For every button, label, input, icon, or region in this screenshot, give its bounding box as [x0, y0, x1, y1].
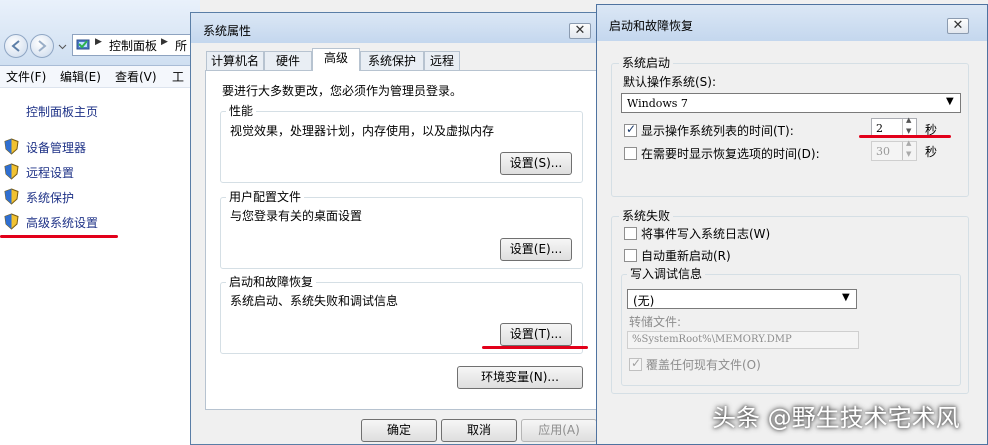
tab-remote[interactable]: 远程	[424, 51, 460, 71]
default-os-label: 默认操作系统(S):	[623, 75, 717, 89]
performance-legend: 性能	[226, 102, 257, 119]
default-os-select[interactable]: Windows 7 ▼	[621, 93, 961, 113]
dump-file-input[interactable]: %SystemRoot%\MEMORY.DMP	[627, 331, 859, 349]
dump-file-label: 转储文件:	[629, 315, 682, 329]
auto-restart-label: 自动重新启动(R)	[641, 249, 731, 263]
shield-icon	[4, 163, 19, 180]
breadcrumb-control-panel[interactable]: 控制面板	[109, 37, 157, 54]
cancel-button[interactable]: 取消	[441, 419, 517, 442]
shield-icon	[4, 138, 19, 155]
tab-hardware[interactable]: 硬件	[264, 51, 312, 71]
tab-computer-name[interactable]: 计算机名	[206, 51, 264, 71]
dump-file-value: %SystemRoot%\MEMORY.DMP	[632, 334, 792, 345]
debug-info-legend: 写入调试信息	[627, 265, 706, 282]
close-button[interactable]: ✕	[947, 18, 969, 34]
title-bar	[191, 13, 605, 43]
shield-icon	[4, 188, 19, 205]
dropdown-arrow-icon: ▼	[946, 96, 954, 107]
red-underline-annotation	[0, 235, 118, 238]
spinner-buttons: ▲ ▼	[902, 139, 916, 160]
startup-recovery-description: 系统启动、系统失败和调试信息	[230, 294, 399, 308]
back-button[interactable]	[4, 34, 28, 58]
environment-variables-button[interactable]: 环境变量(N)...	[457, 366, 583, 389]
user-profiles-description: 与您登录有关的桌面设置	[230, 209, 363, 223]
address-bar[interactable]: ▶ 控制面板 ▶ 所	[72, 34, 200, 56]
tab-system-protection[interactable]: 系统保护	[360, 51, 424, 71]
spin-down-icon[interactable]: ▼	[906, 150, 911, 158]
show-recovery-checkbox[interactable]	[624, 147, 637, 160]
user-profiles-settings-button[interactable]: 设置(E)...	[500, 238, 572, 261]
debug-info-value: (无)	[633, 294, 655, 308]
control-panel-home-link[interactable]: 控制面板主页	[26, 103, 98, 120]
debug-info-select[interactable]: (无) ▼	[627, 289, 857, 309]
user-profiles-legend: 用户配置文件	[226, 188, 305, 205]
link-remote-settings[interactable]: 远程设置	[26, 164, 74, 181]
link-device-manager[interactable]: 设备管理器	[26, 139, 86, 156]
system-startup-legend: 系统启动	[619, 54, 674, 71]
show-recovery-seconds-value: 30	[876, 145, 890, 158]
close-button[interactable]: ✕	[569, 23, 591, 39]
forward-button[interactable]	[30, 34, 54, 58]
tab-advanced[interactable]: 高级	[312, 48, 360, 71]
breadcrumb-separator-icon: ▶	[161, 37, 168, 47]
dialog-title: 系统属性	[203, 24, 252, 38]
red-underline-annotation	[482, 346, 588, 349]
chevron-down-icon[interactable]	[58, 42, 67, 51]
menu-tools[interactable]: 工	[172, 68, 184, 85]
auto-restart-checkbox[interactable]	[624, 249, 637, 262]
spin-up-icon[interactable]: ▲	[906, 139, 911, 147]
show-os-list-checkbox[interactable]	[624, 122, 637, 137]
ok-button[interactable]: 确定	[361, 419, 437, 442]
show-os-list-label: 显示操作系统列表的时间(T):	[641, 124, 794, 138]
navigation-bar: ▶ 控制面板 ▶ 所	[0, 0, 200, 66]
dialog-title: 启动和故障恢复	[609, 19, 694, 33]
spin-up-icon[interactable]: ▲	[906, 116, 911, 124]
apply-button[interactable]: 应用(A)	[521, 419, 597, 442]
back-arrow-icon	[11, 40, 20, 52]
show-recovery-label: 在需要时显示恢复选项的时间(D):	[641, 147, 820, 161]
system-properties-dialog: 系统属性 ✕ 计算机名 硬件 高级 系统保护 远程 要进行大多数更改，您必须作为…	[190, 12, 606, 445]
seconds-unit: 秒	[925, 145, 938, 159]
forward-arrow-icon	[38, 40, 47, 52]
close-icon: ✕	[574, 23, 586, 38]
shield-icon	[4, 213, 19, 230]
overwrite-checkbox[interactable]	[629, 356, 642, 371]
menu-edit[interactable]: 编辑(E)	[60, 68, 101, 85]
performance-description: 视觉效果，处理器计划，内存使用，以及虚拟内存	[230, 124, 495, 138]
write-event-checkbox[interactable]	[624, 227, 637, 240]
show-recovery-spinner[interactable]: 30 ▲ ▼	[871, 139, 917, 161]
startup-recovery-legend: 启动和故障恢复	[226, 273, 317, 290]
show-os-list-seconds-value: 2	[876, 122, 883, 135]
close-icon: ✕	[952, 18, 964, 33]
spin-down-icon[interactable]: ▼	[906, 127, 911, 135]
red-underline-annotation	[859, 135, 951, 138]
link-system-protection[interactable]: 系统保护	[26, 189, 74, 206]
startup-recovery-settings-button[interactable]: 设置(T)...	[500, 323, 572, 346]
performance-settings-button[interactable]: 设置(S)...	[500, 152, 572, 175]
breadcrumb-next[interactable]: 所	[175, 37, 187, 54]
menu-file[interactable]: 文件(F)	[6, 68, 46, 85]
startup-recovery-dialog: 启动和故障恢复 ✕ 系统启动 默认操作系统(S): Windows 7 ▼ 显示…	[596, 4, 988, 445]
control-panel-icon	[76, 39, 90, 50]
system-failure-legend: 系统失败	[619, 207, 674, 224]
write-event-label: 将事件写入系统日志(W)	[641, 227, 771, 241]
overwrite-label: 覆盖任何现有文件(O)	[646, 358, 761, 372]
tab-page-advanced: 要进行大多数更改，您必须作为管理员登录。 性能 视觉效果，处理器计划，内存使用，…	[205, 70, 597, 410]
breadcrumb-separator-icon: ▶	[95, 37, 102, 47]
link-advanced-system-settings[interactable]: 高级系统设置	[26, 214, 98, 231]
dropdown-arrow-icon: ▼	[842, 292, 850, 303]
watermark-text: 头条 @野生技术宅术风	[712, 404, 960, 432]
default-os-value: Windows 7	[627, 97, 688, 110]
control-panel-window: ▶ 控制面板 ▶ 所 文件(F) 编辑(E) 查看(V) 工 控制面板主页 设备…	[0, 0, 200, 445]
menu-view[interactable]: 查看(V)	[115, 68, 157, 85]
admin-note: 要进行大多数更改，您必须作为管理员登录。	[222, 84, 463, 98]
